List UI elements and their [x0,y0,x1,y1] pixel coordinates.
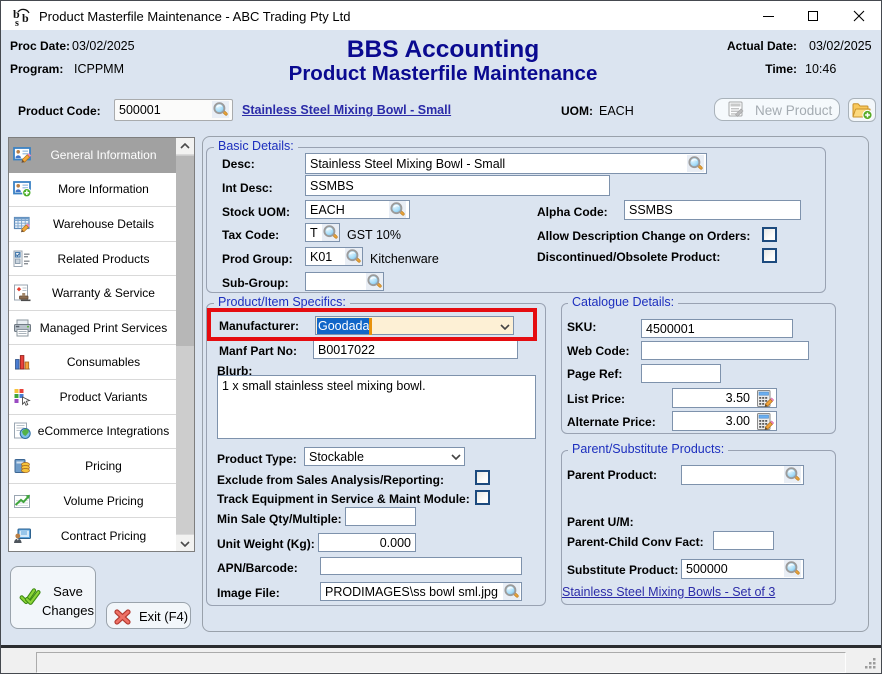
svg-text:b: b [22,11,29,25]
svg-text:s: s [15,18,19,27]
